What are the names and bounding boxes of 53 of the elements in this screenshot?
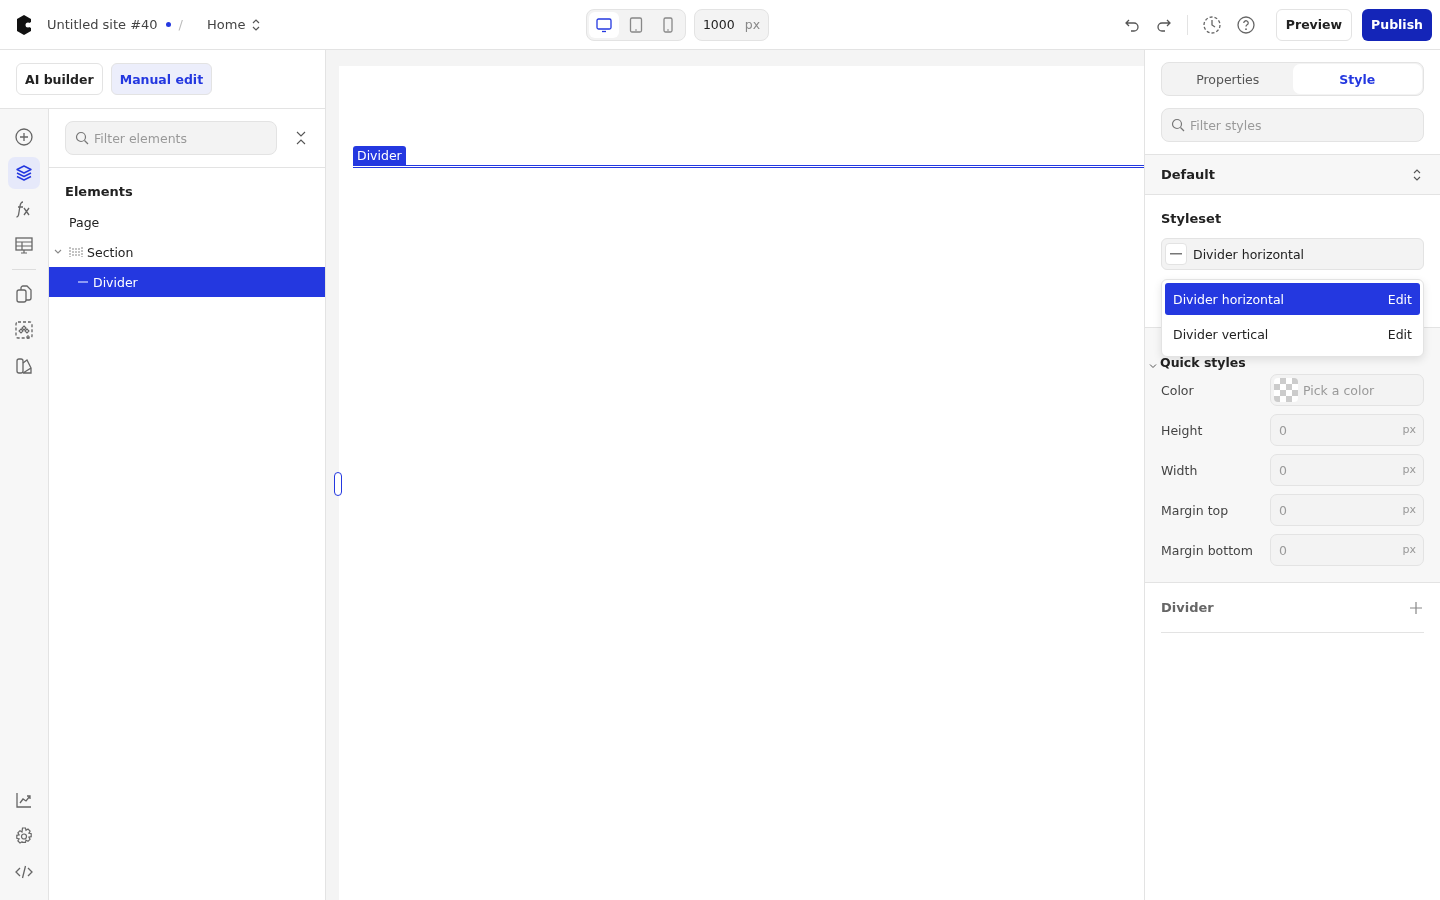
quick-styles-heading[interactable]: Quick styles — [1160, 355, 1246, 370]
style-label: Margin top — [1161, 502, 1229, 518]
breadcrumb-separator: / — [178, 17, 183, 32]
add-icon[interactable] — [1410, 601, 1422, 614]
width-field[interactable]: 1000 px — [693, 8, 770, 41]
desktop-view-button[interactable] — [588, 11, 619, 38]
monitor-icon — [594, 15, 613, 34]
unit-label: px — [1402, 463, 1416, 476]
search-icon — [1171, 118, 1185, 132]
styleset-option[interactable]: Divider horizontal Edit — [1165, 283, 1420, 315]
section-icon — [69, 246, 83, 258]
section-heading: Divider — [1161, 600, 1214, 615]
preview-button[interactable]: Preview — [1275, 8, 1353, 41]
tree-item[interactable]: Divider — [49, 267, 325, 297]
style-label: Width — [1161, 462, 1198, 478]
styleset-heading: Styleset — [1161, 211, 1223, 226]
panel-tab[interactable]: Properties — [1163, 64, 1293, 94]
filter-styles-field[interactable]: Filter styles — [1161, 108, 1424, 142]
divider-line[interactable] — [353, 165, 1144, 168]
unit-label: px — [1402, 543, 1416, 556]
edit-link[interactable]: Edit — [1387, 326, 1412, 342]
help-icon[interactable] — [1235, 14, 1256, 35]
sort-icon — [1412, 167, 1422, 182]
search-icon — [75, 131, 89, 145]
styleset-value: Divider horizontal — [1193, 246, 1305, 262]
styleset-option[interactable]: Divider vertical Edit — [1165, 315, 1420, 353]
publish-button[interactable]: Publish — [1362, 8, 1432, 41]
option-label: Divider horizontal — [1173, 291, 1285, 307]
layers-icon[interactable] — [8, 157, 40, 189]
resize-handle[interactable] — [334, 472, 342, 496]
mode-tab[interactable]: Manual edit — [110, 63, 213, 95]
collapse-icon[interactable] — [295, 130, 307, 146]
filter-elements-field[interactable]: Filter elements — [65, 121, 277, 155]
tree-item[interactable]: Section — [49, 237, 325, 267]
transparent-swatch-icon[interactable] — [1274, 378, 1298, 402]
style-label: Margin bottom — [1161, 542, 1253, 558]
page-selector[interactable]: Home — [201, 16, 268, 33]
panel-tab[interactable]: Style — [1292, 64, 1422, 94]
selected-element-label: Divider — [353, 146, 406, 165]
sort-icon — [251, 17, 262, 32]
history-icon[interactable] — [1201, 14, 1222, 35]
unit-label: px — [1402, 503, 1416, 516]
site-name[interactable]: Untitled site #40 — [47, 17, 158, 32]
state-selector[interactable]: Default — [1145, 155, 1440, 195]
tree-item[interactable]: Page — [49, 207, 325, 237]
style-label: Color — [1161, 382, 1194, 398]
option-label: Divider vertical — [1173, 326, 1269, 342]
elements-heading: Elements — [64, 183, 134, 201]
edit-link[interactable]: Edit — [1387, 291, 1412, 307]
unit-label: px — [1402, 423, 1416, 436]
styleset-select[interactable]: Divider horizontal — [1161, 238, 1424, 270]
style-label: Height — [1161, 422, 1203, 438]
mode-tab[interactable]: AI builder — [16, 63, 103, 95]
